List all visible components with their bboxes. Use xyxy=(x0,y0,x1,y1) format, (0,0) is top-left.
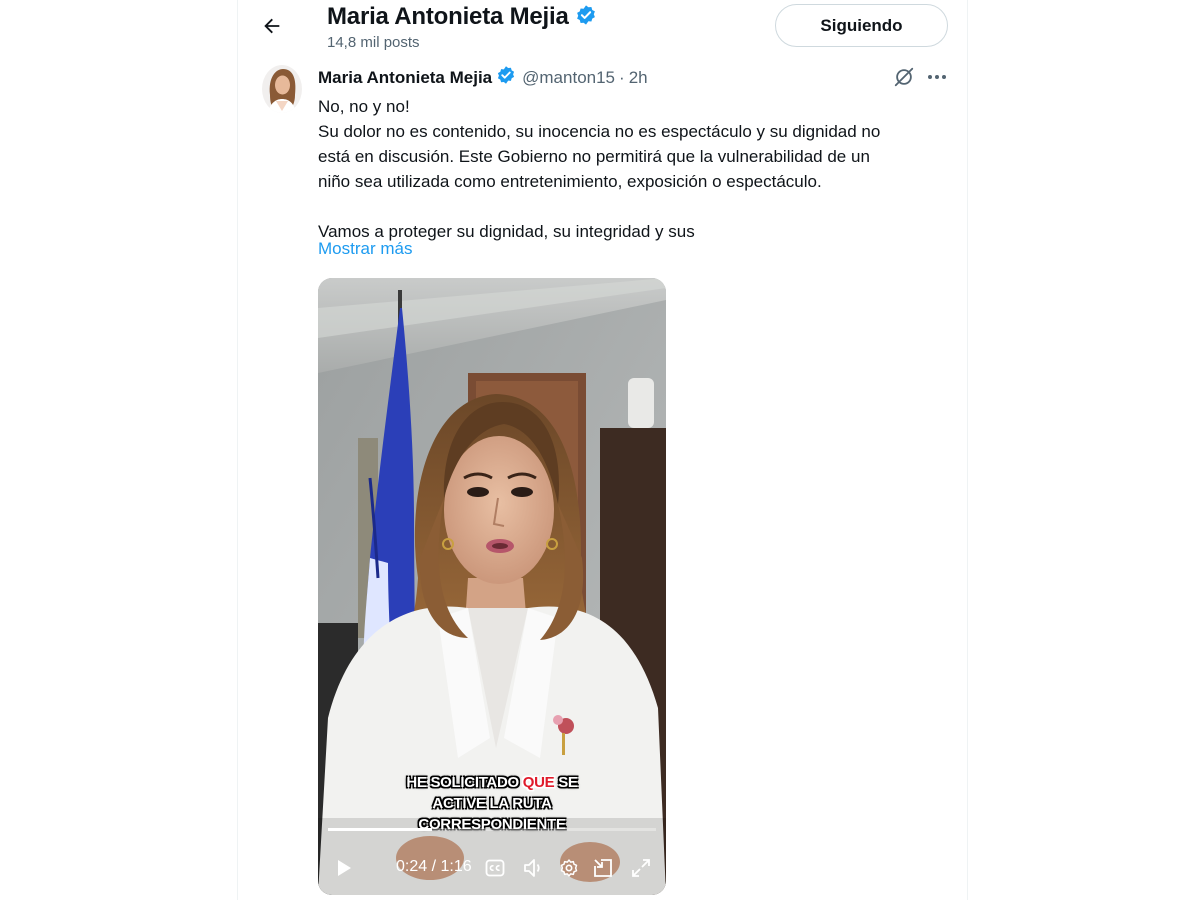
more-icon[interactable] xyxy=(925,66,949,88)
caption-line: ACTIVE LA RUTA xyxy=(432,795,552,812)
tweet-handle[interactable]: @manton15 xyxy=(522,68,615,88)
tweet-line: niño sea utilizada como entretenimiento,… xyxy=(318,172,822,191)
tweet-line: Su dolor no es contenido, su inocencia n… xyxy=(318,122,881,141)
tweet-line: No, no y no! xyxy=(318,97,410,116)
caption-text: SE xyxy=(554,774,578,791)
tweet-line: está en discusión. Este Gobierno no perm… xyxy=(318,147,870,166)
volume-icon xyxy=(524,859,540,877)
video-controls: 0:24 / 1:16 xyxy=(318,853,666,883)
arrow-left-icon xyxy=(264,18,280,34)
profile-header-title: Maria Antonieta Mejia xyxy=(327,3,597,31)
tweet-author-name[interactable]: Maria Antonieta Mejia xyxy=(318,68,492,88)
picture-in-picture-button[interactable] xyxy=(590,853,616,883)
avatar[interactable] xyxy=(262,65,302,113)
captions-icon xyxy=(485,859,505,877)
caption-highlight: QUE xyxy=(522,774,555,791)
caption-line: CORRESPONDIENTE xyxy=(418,816,566,833)
post-count: 14,8 mil posts xyxy=(327,34,420,51)
profile-name: Maria Antonieta Mejia xyxy=(327,3,569,30)
caption-text: HE SOLICITADO xyxy=(406,774,523,791)
captions-button[interactable] xyxy=(482,853,508,883)
tweet-line: Vamos a proteger su dignidad, su integri… xyxy=(318,222,695,241)
tweet-timestamp[interactable]: 2h xyxy=(629,68,648,88)
show-more-link[interactable]: Mostrar más xyxy=(318,239,412,259)
tweet-header: Maria Antonieta Mejia @manton15 · 2h xyxy=(318,65,648,90)
caption-line: HE SOLICITADO QUE SE xyxy=(318,772,666,793)
video-progress-fill xyxy=(328,828,432,831)
video-player[interactable]: HE SOLICITADO QUE SE ACTIVE LA RUTA CORR… xyxy=(318,278,666,895)
verified-badge-icon xyxy=(575,4,597,31)
video-caption: HE SOLICITADO QUE SE ACTIVE LA RUTA CORR… xyxy=(318,772,666,835)
video-time: 0:24 / 1:16 xyxy=(396,858,472,875)
tweet-separator: · xyxy=(619,67,625,87)
play-icon xyxy=(338,860,351,876)
picture-in-picture-icon xyxy=(594,859,612,877)
fullscreen-icon xyxy=(632,859,650,877)
grok-icon[interactable] xyxy=(893,66,915,88)
gear-icon xyxy=(560,859,578,877)
settings-button[interactable] xyxy=(556,853,582,883)
back-button[interactable] xyxy=(256,10,288,42)
tweet-text: No, no y no! Su dolor no es contenido, s… xyxy=(318,94,948,244)
fullscreen-button[interactable] xyxy=(628,853,654,883)
following-button[interactable]: Siguiendo xyxy=(775,4,948,47)
video-progress-bar[interactable] xyxy=(328,828,656,831)
volume-button[interactable] xyxy=(520,853,548,883)
verified-badge-icon xyxy=(496,65,516,90)
play-button[interactable] xyxy=(332,853,356,883)
